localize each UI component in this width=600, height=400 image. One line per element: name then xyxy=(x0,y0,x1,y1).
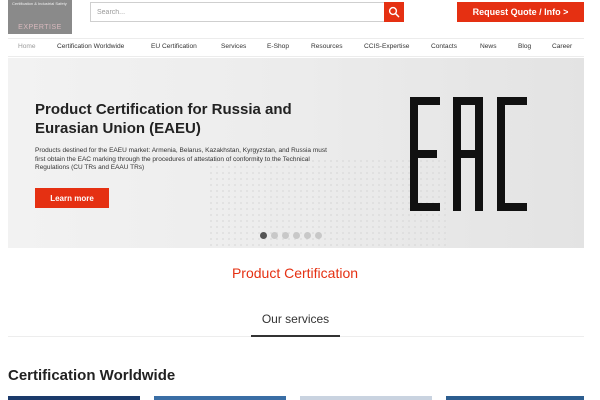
eac-mark-icon xyxy=(410,97,527,211)
slider-dot[interactable] xyxy=(304,232,311,239)
main-nav: Home Certification Worldwide EU Certific… xyxy=(8,38,584,57)
site-logo[interactable]: Certification & Industrial Safety EXPERT… xyxy=(8,0,72,34)
service-card[interactable] xyxy=(154,396,286,400)
learn-more-button[interactable]: Learn more xyxy=(35,188,109,208)
search-input[interactable] xyxy=(91,3,381,21)
nav-item-certification-worldwide[interactable]: Certification Worldwide xyxy=(57,43,124,50)
nav-item-services[interactable]: Services xyxy=(221,43,246,50)
hero-description: Products destined for the EAEU market: A… xyxy=(35,147,327,172)
nav-item-news[interactable]: News xyxy=(480,43,497,50)
slider-dot[interactable] xyxy=(282,232,289,239)
nav-item-blog[interactable]: Blog xyxy=(518,43,531,50)
hero-title: Product Certification for Russia and Eur… xyxy=(35,101,292,137)
logo-small-text: Certification & Industrial Safety xyxy=(12,1,67,6)
service-card[interactable] xyxy=(8,396,140,400)
nav-item-home[interactable]: Home xyxy=(18,43,36,50)
tab-our-services[interactable]: Our services xyxy=(251,312,340,337)
nav-item-career[interactable]: Career xyxy=(552,43,572,50)
slider-dot[interactable] xyxy=(315,232,322,239)
logo-wordmark: EXPERTISE xyxy=(18,24,62,31)
section-title: Certification Worldwide xyxy=(8,367,176,384)
search-icon xyxy=(388,6,400,18)
nav-item-e-shop[interactable]: E-Shop xyxy=(267,43,289,50)
nav-item-resources[interactable]: Resources xyxy=(311,43,343,50)
nav-item-eu-certification[interactable]: EU Certification xyxy=(151,43,197,50)
slider-dot[interactable] xyxy=(260,232,267,239)
search-box xyxy=(90,2,404,22)
product-certification-heading[interactable]: Product Certification xyxy=(0,265,590,281)
nav-item-contacts[interactable]: Contacts xyxy=(431,43,457,50)
request-quote-button[interactable]: Request Quote / Info > xyxy=(457,2,584,22)
hero-slider: Product Certification for Russia and Eur… xyxy=(8,58,584,248)
slider-dot[interactable] xyxy=(293,232,300,239)
slider-dot[interactable] xyxy=(271,232,278,239)
search-button[interactable] xyxy=(384,2,404,22)
service-card[interactable] xyxy=(446,396,584,400)
service-card[interactable] xyxy=(300,396,432,400)
nav-item-ccis-expertise[interactable]: CCIS-Expertise xyxy=(364,43,409,50)
